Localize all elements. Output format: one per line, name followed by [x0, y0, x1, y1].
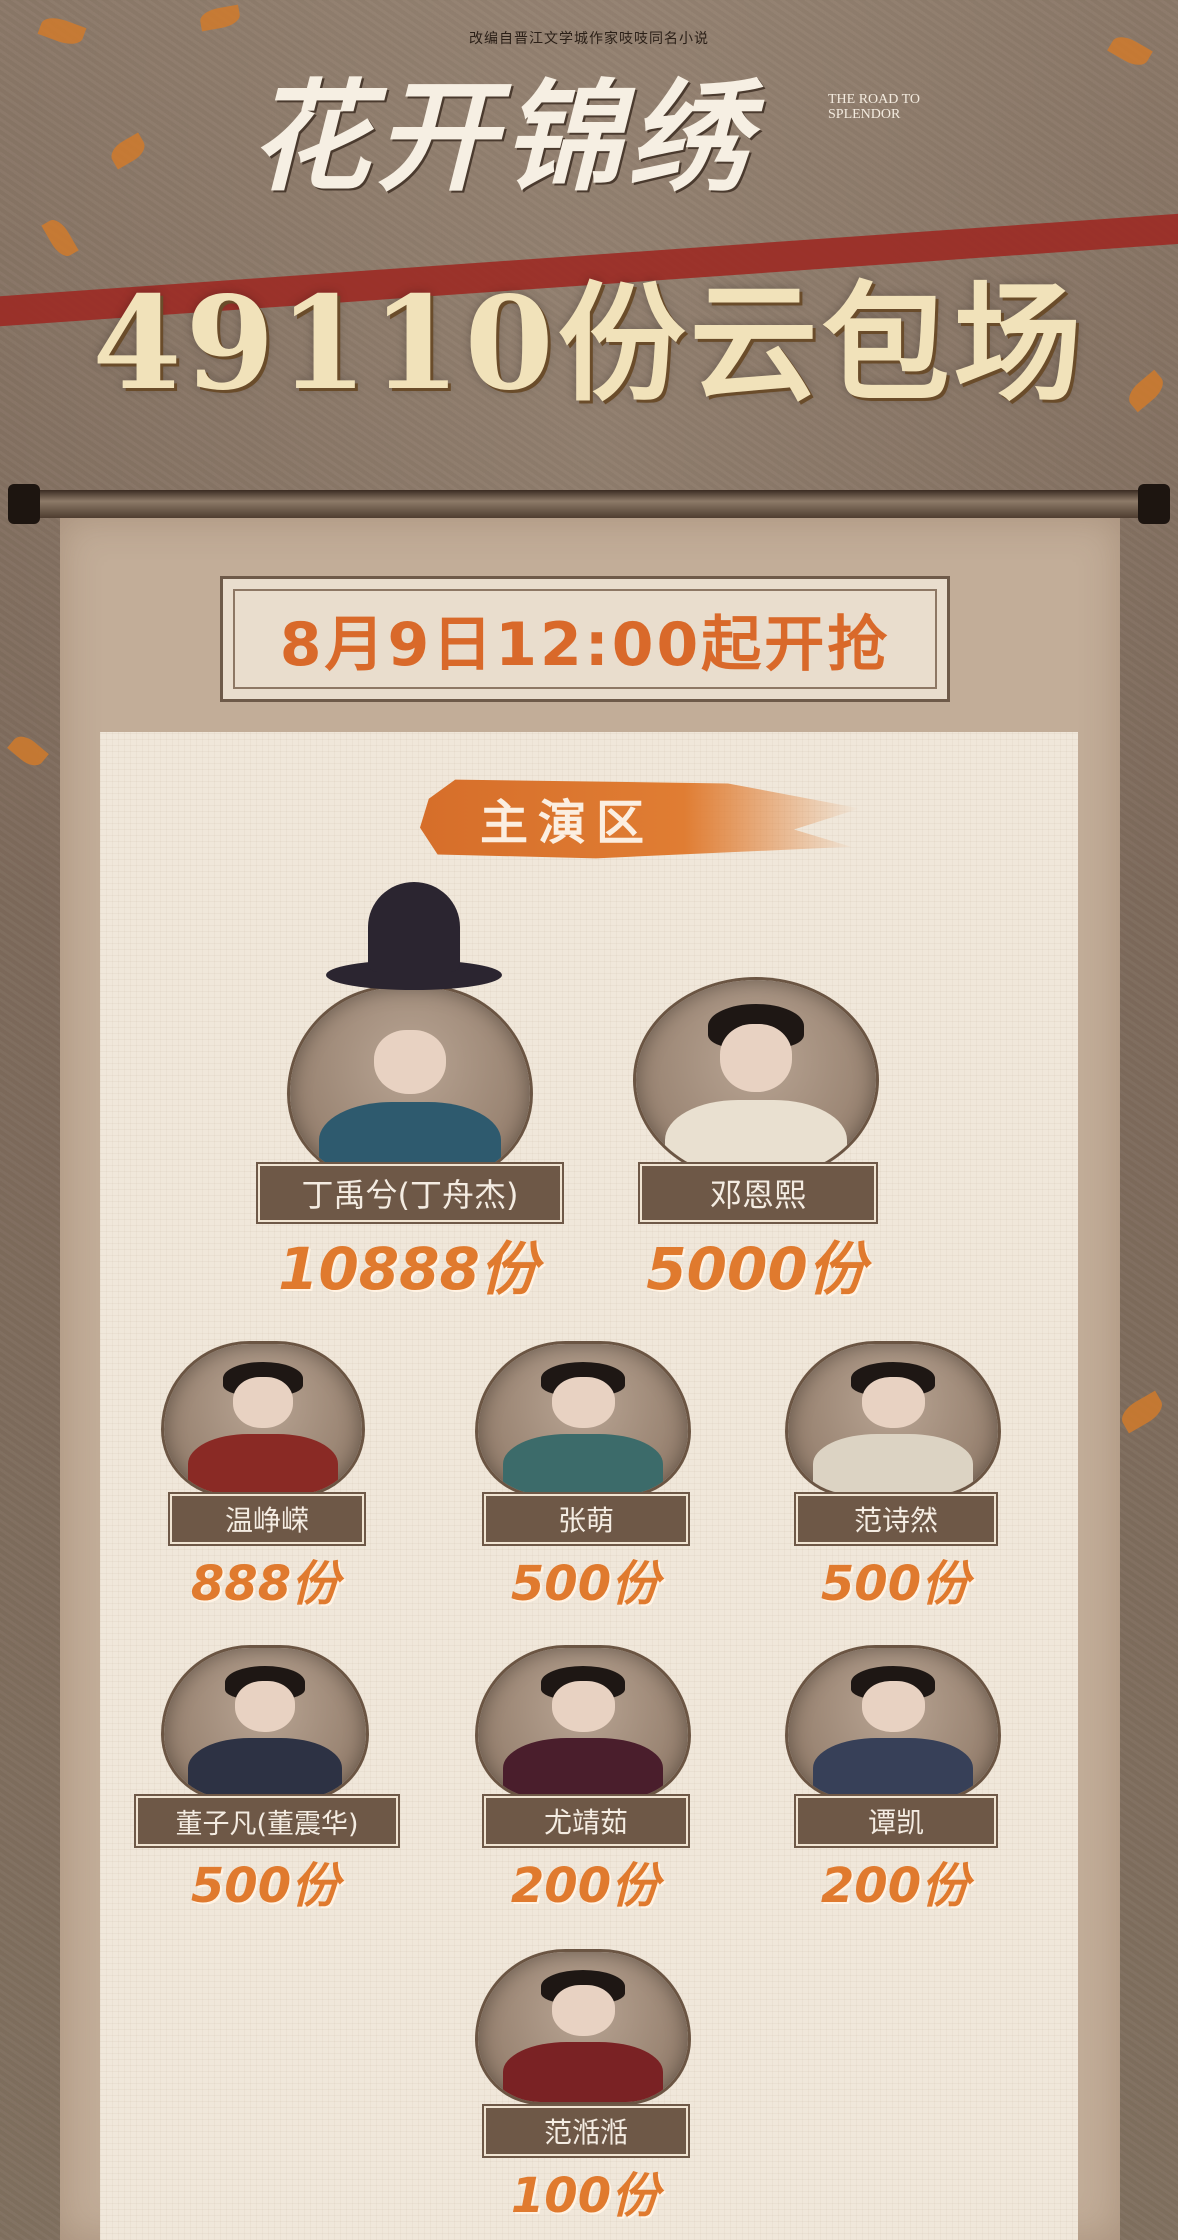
actor-name-plate: 尤靖茹: [484, 1796, 688, 1846]
date-banner: 8月9日12:00起开抢: [220, 576, 950, 702]
actor-name: 邓恩熙: [709, 1176, 806, 1214]
actor-count: 100份: [510, 2168, 660, 2224]
actor-portrait: [636, 980, 876, 1180]
actor-name-plate: 董子凡(董震华): [136, 1796, 398, 1846]
date-text: 8月9日12:00起开抢: [279, 609, 891, 680]
actor-count: 200份: [510, 1858, 660, 1914]
actor-count: 5000份: [646, 1235, 866, 1303]
actor-name: 张萌: [557, 1504, 614, 1537]
actor-portrait: [478, 1648, 688, 1798]
official-hat-crown: [368, 882, 460, 972]
actor-name-plate: 张萌: [484, 1494, 688, 1544]
actor-name: 范诗然: [853, 1504, 938, 1537]
actor-name: 范湉湉: [543, 2116, 628, 2149]
actor-name-plate: 范湉湉: [484, 2106, 688, 2156]
actor-name: 尤靖茹: [543, 1806, 628, 1839]
actor-count: 10888份: [278, 1235, 538, 1303]
date-banner-frame: 8月9日12:00起开抢: [233, 589, 937, 689]
drama-english-title: THE ROAD TO SPLENDOR: [828, 92, 921, 122]
section-title: 主演区: [480, 795, 655, 851]
actor-count: 888份: [190, 1556, 340, 1612]
actor-portrait: [478, 1952, 688, 2102]
headline: 49110份云包场: [92, 269, 1086, 419]
actor-portrait: [788, 1344, 998, 1494]
actor-name: 温峥嵘: [224, 1504, 309, 1537]
actor-name: 董子凡(董震华): [175, 1808, 359, 1840]
actor-name: 丁禹兮(丁舟杰): [301, 1176, 519, 1214]
actor-name-plate: 丁禹兮(丁舟杰): [258, 1164, 562, 1222]
actor-portrait: [164, 1648, 366, 1798]
actor-count: 500份: [820, 1556, 970, 1612]
actor-portrait: [164, 1344, 362, 1494]
actor-count: 500份: [190, 1858, 340, 1914]
actor-name: 谭凯: [867, 1806, 924, 1839]
scroll-rod: [12, 490, 1166, 518]
actor-count: 200份: [820, 1858, 970, 1914]
actor-name-plate: 范诗然: [796, 1494, 996, 1544]
scroll-rod-cap-right: [1138, 484, 1170, 524]
drama-logo: 花开锦绣: [250, 67, 754, 208]
scroll-rod-cap-left: [8, 484, 40, 524]
actor-portrait: [290, 988, 530, 1178]
actor-portrait: [788, 1648, 998, 1798]
actor-count: 500份: [510, 1556, 660, 1612]
actor-portrait: [478, 1344, 688, 1494]
actor-name-plate: 温峥嵘: [170, 1494, 364, 1544]
actor-name-plate: 邓恩熙: [640, 1164, 876, 1222]
actor-name-plate: 谭凯: [796, 1796, 996, 1846]
